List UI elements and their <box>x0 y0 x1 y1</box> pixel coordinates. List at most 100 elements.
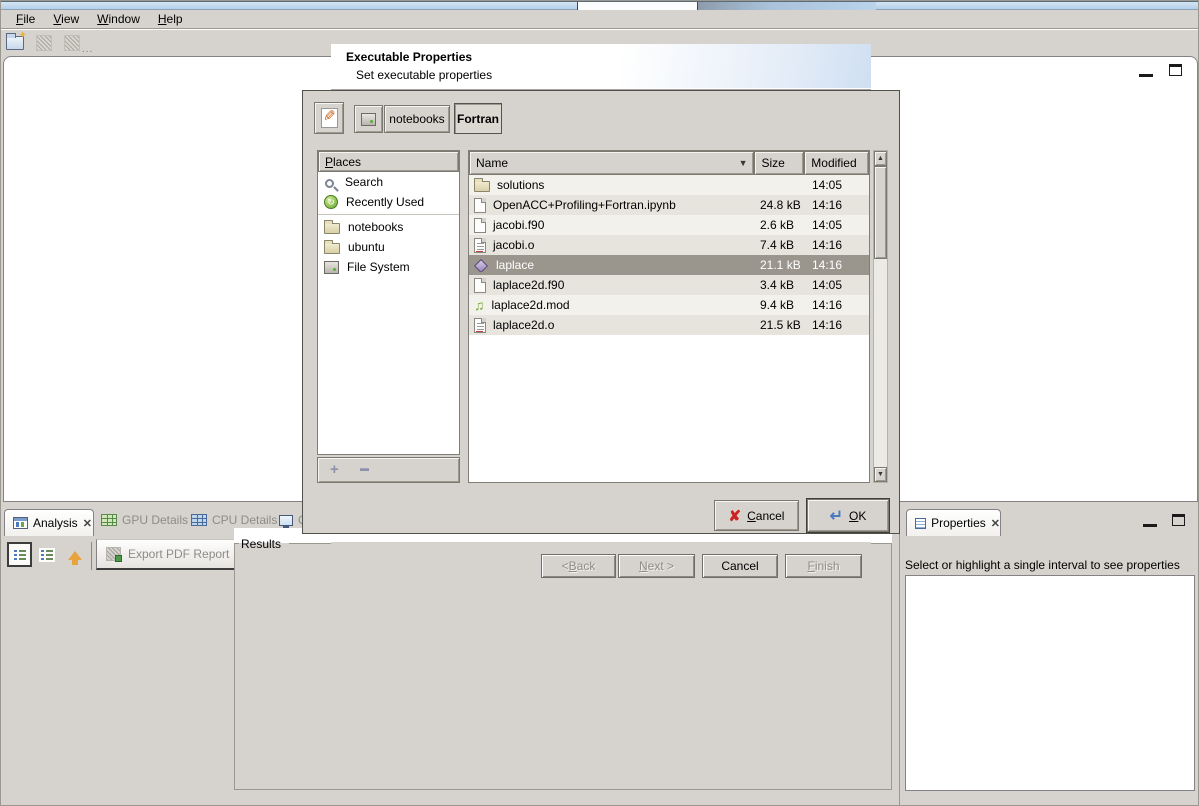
menu-view[interactable]: View <box>44 11 88 27</box>
recently-used-icon: ↻ <box>324 195 338 209</box>
remove-place-button[interactable]: ▬ <box>360 463 369 473</box>
new-session-icon[interactable] <box>6 36 24 50</box>
tab-gpu-details[interactable]: GPU Details <box>101 513 188 527</box>
next-button[interactable]: Next > <box>618 554 695 578</box>
column-header-size[interactable]: Size <box>754 151 804 175</box>
export-pdf-label: Export PDF Report <box>128 547 229 561</box>
gpu-details-icon <box>101 514 117 526</box>
properties-icon <box>915 518 926 529</box>
properties-minimize-icon[interactable] <box>1143 517 1157 527</box>
menu-help[interactable]: Help <box>149 11 192 27</box>
editor-minimize-icon[interactable] <box>1139 67 1153 77</box>
analysis-mode-button[interactable] <box>35 543 59 567</box>
place-notebooks[interactable]: notebooks <box>318 217 459 237</box>
wizard-header: Executable Properties Set executable pro… <box>331 44 871 90</box>
path-notebooks-button[interactable]: notebooks <box>384 105 450 133</box>
finish-button[interactable]: Finish <box>785 554 862 578</box>
folder-icon <box>474 181 490 192</box>
object-file-icon <box>474 238 486 253</box>
disabled-toolbar-icon-2 <box>64 35 80 51</box>
file-row-selected[interactable]: laplace 21.1 kB 14:16 <box>469 255 869 275</box>
places-header[interactable]: Places <box>318 151 459 172</box>
dialog-cancel-button[interactable]: ✘ Cancel <box>714 500 799 531</box>
close-icon[interactable]: ✕ <box>991 517 1000 530</box>
analysis-mode-button-pressed[interactable] <box>7 542 32 567</box>
search-icon <box>325 179 334 188</box>
path-fortran-label: Fortran <box>457 112 499 126</box>
properties-list[interactable] <box>905 575 1195 791</box>
places-edit-bar: + ▬ <box>317 457 460 483</box>
file-icon <box>474 198 486 213</box>
places-panel: Places Search ↻ Recently Used notebooks … <box>317 150 460 455</box>
scroll-up-icon[interactable]: ▲ <box>874 151 887 166</box>
console-icon <box>279 515 293 526</box>
tab-properties[interactable]: Properties ✕ <box>906 509 1001 536</box>
tab-cpu-details[interactable]: CPU Details <box>191 513 277 527</box>
file-list: Name ▼ Size Modified solutions 14:05 Ope… <box>468 150 870 483</box>
properties-message: Select or highlight a single interval to… <box>905 558 1197 572</box>
toolbar-ellipsis: ... <box>82 44 93 55</box>
file-icon <box>474 278 486 293</box>
cpu-details-icon <box>191 514 207 526</box>
drive-icon <box>324 261 339 274</box>
add-place-button[interactable]: + <box>330 461 339 478</box>
tab-gpu-details-label: GPU Details <box>122 513 188 527</box>
close-icon[interactable]: ✕ <box>83 517 92 530</box>
results-label: Results <box>241 537 281 551</box>
tab-properties-label: Properties <box>931 516 986 530</box>
place-file-system-label: File System <box>347 260 410 274</box>
drive-icon <box>361 113 376 126</box>
wizard-footer: < Back Next > Cancel Finish <box>331 542 871 582</box>
place-ubuntu[interactable]: ubuntu <box>318 237 459 257</box>
tab-analysis-label: Analysis <box>33 516 78 530</box>
type-filename-toggle-button[interactable]: ✎ <box>314 102 344 134</box>
path-notebooks-label: notebooks <box>389 112 444 126</box>
file-row[interactable]: solutions 14:05 <box>469 175 869 195</box>
unguided-analysis-icon <box>39 548 55 562</box>
place-search[interactable]: Search <box>318 172 459 192</box>
scrollbar-thumb[interactable] <box>874 166 887 259</box>
back-button[interactable]: < Back <box>541 554 616 578</box>
column-header-name[interactable]: Name ▼ <box>469 151 754 175</box>
place-notebooks-label: notebooks <box>348 220 403 234</box>
wizard-header-gradient <box>621 44 871 88</box>
export-pdf-icon <box>106 547 121 561</box>
tab-analysis[interactable]: Analysis ✕ <box>4 509 94 536</box>
place-recently-used[interactable]: ↻ Recently Used <box>318 192 459 212</box>
properties-panel: Properties ✕ Select or highlight a singl… <box>899 506 1199 806</box>
scroll-down-icon[interactable]: ▼ <box>874 467 887 482</box>
file-row[interactable]: laplace2d.o 21.5 kB 14:16 <box>469 315 869 335</box>
file-row[interactable]: laplace2d.f90 3.4 kB 14:05 <box>469 275 869 295</box>
editor-maximize-icon[interactable] <box>1169 64 1182 76</box>
file-row[interactable]: jacobi.f90 2.6 kB 14:05 <box>469 215 869 235</box>
export-pdf-report-button[interactable]: Export PDF Report <box>96 539 234 570</box>
ok-return-arrow-icon: ↵ <box>830 506 843 526</box>
disabled-toolbar-icon-1 <box>36 35 52 51</box>
file-row[interactable]: OpenACC+Profiling+Fortran.ipynb 24.8 kB … <box>469 195 869 215</box>
file-list-header: Name ▼ Size Modified <box>469 151 869 175</box>
pencil-icon: ✎ <box>321 108 338 128</box>
file-icon <box>474 218 486 233</box>
wizard-cancel-button[interactable]: Cancel <box>702 554 778 578</box>
folder-icon <box>324 223 340 234</box>
wizard-title: Executable Properties <box>346 50 472 64</box>
executable-icon <box>474 259 488 272</box>
place-recently-used-label: Recently Used <box>346 195 424 209</box>
sort-descending-icon: ▼ <box>739 158 748 168</box>
up-level-button[interactable] <box>63 543 87 567</box>
path-fortran-button[interactable]: Fortran <box>454 103 502 134</box>
file-row[interactable]: jacobi.o 7.4 kB 14:16 <box>469 235 869 255</box>
place-file-system[interactable]: File System <box>318 257 459 277</box>
file-list-scrollbar[interactable]: ▲ ▼ <box>873 150 888 483</box>
menu-window[interactable]: Window <box>88 11 149 27</box>
wizard-subtitle: Set executable properties <box>356 68 492 82</box>
column-header-modified[interactable]: Modified <box>804 151 869 175</box>
properties-maximize-icon[interactable] <box>1172 514 1185 526</box>
guided-analysis-icon <box>12 548 28 562</box>
toolbar-separator <box>91 542 92 570</box>
file-row[interactable]: ♫laplace2d.mod 9.4 kB 14:16 <box>469 295 869 315</box>
analysis-icon <box>13 517 28 529</box>
path-root-button[interactable] <box>354 105 383 133</box>
menu-file[interactable]: File <box>7 11 44 27</box>
dialog-ok-button[interactable]: ↵ OK <box>807 499 889 532</box>
